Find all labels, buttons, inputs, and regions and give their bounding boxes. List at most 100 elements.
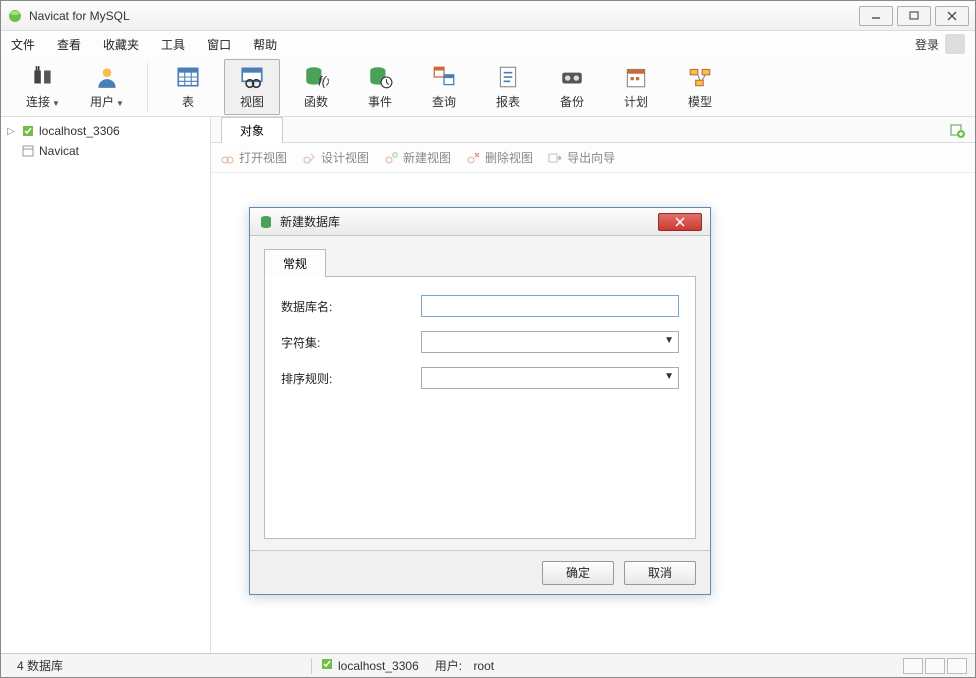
query-button[interactable]: 查询 [416, 59, 472, 115]
view-button[interactable]: 视图 [224, 59, 280, 115]
charset-label: 字符集: [281, 334, 421, 351]
toolbar-label: 打开视图 [239, 149, 287, 166]
chevron-down-icon: ▼ [116, 99, 124, 108]
connection-active-icon [21, 124, 35, 138]
calendar-icon [622, 63, 650, 91]
toolbar-label: 新建视图 [403, 149, 451, 166]
user-avatar-icon[interactable] [945, 34, 965, 54]
tree-connection-row[interactable]: ▷ localhost_3306 [1, 121, 210, 141]
export-icon [547, 150, 563, 166]
status-user: root [473, 659, 494, 673]
statusbar: 4 数据库 localhost_3306 用户: root [1, 653, 975, 677]
design-view-button[interactable]: 设计视图 [301, 149, 369, 166]
view-mode-detail-button[interactable] [947, 658, 967, 674]
app-icon [7, 8, 23, 24]
collation-combo[interactable]: ▼ [421, 367, 679, 389]
connection-active-icon [320, 657, 334, 674]
tree-item-label: Navicat [39, 144, 79, 158]
view-mode-grid-button[interactable] [903, 658, 923, 674]
charset-combo[interactable]: ▼ [421, 331, 679, 353]
chevron-down-icon: ▼ [664, 371, 674, 382]
dialog-close-button[interactable] [658, 213, 702, 231]
dbname-input[interactable] [421, 295, 679, 317]
event-button[interactable]: 事件 [352, 59, 408, 115]
report-label: 报表 [496, 93, 520, 110]
open-view-button[interactable]: 打开视图 [219, 149, 287, 166]
model-button[interactable]: 模型 [672, 59, 728, 115]
event-label: 事件 [368, 93, 392, 110]
dialog-tab-general[interactable]: 常规 [264, 249, 326, 277]
chevron-down-icon: ▼ [664, 335, 674, 346]
design-view-icon [301, 150, 317, 166]
new-database-dialog: 新建数据库 常规 数据库名: 字符集: ▼ 排序规则: ▼ 确定 取消 [249, 207, 711, 595]
dialog-title: 新建数据库 [280, 213, 658, 230]
connect-button[interactable]: 连接▼ [15, 59, 71, 115]
delete-view-icon [465, 150, 481, 166]
new-view-button[interactable]: 新建视图 [383, 149, 451, 166]
menubar: 文件 查看 收藏夹 工具 窗口 帮助 登录 [1, 31, 975, 57]
new-view-icon [383, 150, 399, 166]
dbname-label: 数据库名: [281, 298, 421, 315]
report-button[interactable]: 报表 [480, 59, 536, 115]
chevron-down-icon: ▼ [52, 99, 60, 108]
model-icon [686, 63, 714, 91]
toolbar-label: 删除视图 [485, 149, 533, 166]
svg-text:f(x): f(x) [318, 74, 329, 89]
tree-item-label: localhost_3306 [39, 124, 120, 138]
add-tab-icon[interactable] [949, 122, 965, 138]
plan-button[interactable]: 计划 [608, 59, 664, 115]
login-link[interactable]: 登录 [915, 36, 939, 53]
menu-file[interactable]: 文件 [11, 36, 35, 53]
plan-label: 计划 [624, 93, 648, 110]
tab-label: 对象 [240, 124, 264, 138]
status-user-label: 用户: [435, 657, 462, 674]
ok-button[interactable]: 确定 [542, 561, 614, 585]
report-icon [494, 63, 522, 91]
table-label: 表 [182, 93, 194, 110]
cancel-button[interactable]: 取消 [624, 561, 696, 585]
button-label: 确定 [566, 566, 590, 580]
dialog-titlebar[interactable]: 新建数据库 [250, 208, 710, 236]
database-icon [258, 214, 274, 230]
object-tabbar: 对象 [211, 117, 975, 143]
window-title: Navicat for MySQL [29, 9, 855, 23]
view-mode-list-button[interactable] [925, 658, 945, 674]
minimize-button[interactable] [859, 6, 893, 26]
table-button[interactable]: 表 [160, 59, 216, 115]
function-label: 函数 [304, 93, 328, 110]
object-toolbar: 打开视图 设计视图 新建视图 删除视图 导出向导 [211, 143, 975, 173]
button-label: 取消 [648, 566, 672, 580]
export-wizard-button[interactable]: 导出向导 [547, 149, 615, 166]
connection-icon [21, 144, 35, 158]
status-db-count: 4 数据库 [9, 657, 71, 674]
close-button[interactable] [935, 6, 969, 26]
view-label: 视图 [240, 93, 264, 110]
toolbar-label: 导出向导 [567, 149, 615, 166]
window-titlebar: Navicat for MySQL [1, 1, 975, 31]
user-label: 用户 [90, 95, 114, 109]
tree-connection-row[interactable]: Navicat [1, 141, 210, 161]
ribbon-toolbar: 连接▼ 用户▼ 表 视图 f(x) 函数 事件 查询 报表 [1, 57, 975, 117]
user-button[interactable]: 用户▼ [79, 59, 135, 115]
user-icon [93, 63, 121, 91]
maximize-button[interactable] [897, 6, 931, 26]
menu-window[interactable]: 窗口 [207, 36, 231, 53]
expand-toggle-icon[interactable]: ▷ [5, 126, 17, 137]
open-view-icon [219, 150, 235, 166]
tab-object[interactable]: 对象 [221, 117, 283, 143]
toolbar-label: 设计视图 [321, 149, 369, 166]
menu-fav[interactable]: 收藏夹 [103, 36, 139, 53]
backup-button[interactable]: 备份 [544, 59, 600, 115]
function-button[interactable]: f(x) 函数 [288, 59, 344, 115]
dialog-tab-label: 常规 [283, 257, 307, 271]
backup-icon [558, 63, 586, 91]
menu-view[interactable]: 查看 [57, 36, 81, 53]
connection-tree: ▷ localhost_3306 Navicat [1, 117, 211, 653]
delete-view-button[interactable]: 删除视图 [465, 149, 533, 166]
view-icon [238, 63, 266, 91]
model-label: 模型 [688, 93, 712, 110]
menu-help[interactable]: 帮助 [253, 36, 277, 53]
event-icon [366, 63, 394, 91]
collation-label: 排序规则: [281, 370, 421, 387]
menu-tools[interactable]: 工具 [161, 36, 185, 53]
